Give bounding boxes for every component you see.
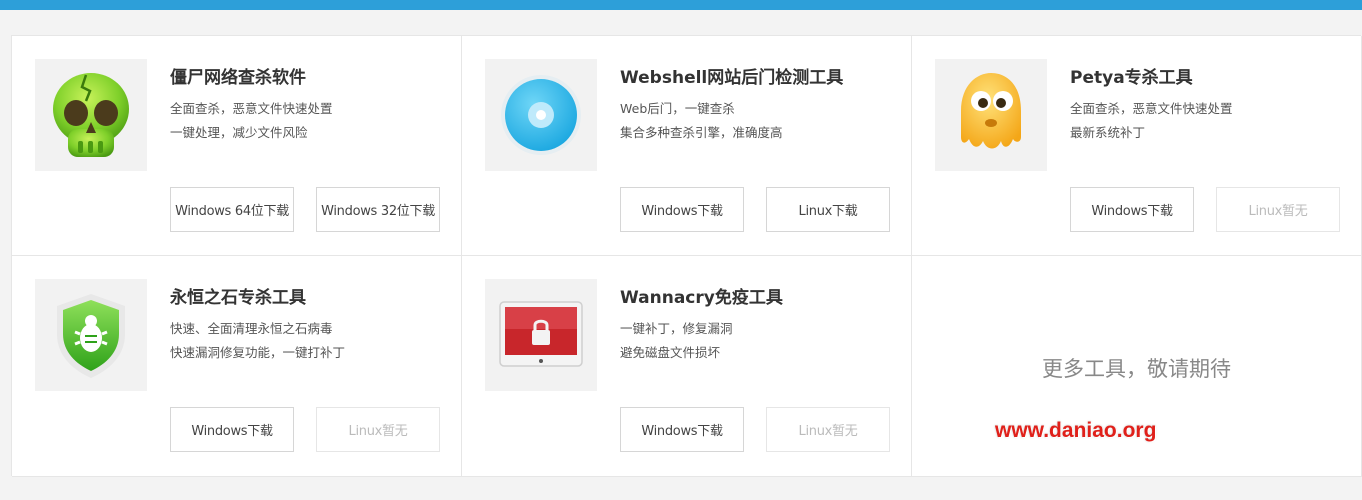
linux-unavailable-button: Linux暂无	[766, 407, 890, 452]
tool-description: 快速、全面清理永恒之石病毒	[170, 321, 333, 336]
tool-card-wannacry: Wannacry免疫工具 一键补丁，修复漏洞 避免磁盘文件损坏 Windows下…	[462, 256, 912, 477]
top-accent-bar	[0, 0, 1362, 10]
linux-download-button[interactable]: Linux下载	[766, 187, 890, 232]
tool-description: 集合多种查杀引擎，准确度高	[620, 125, 783, 140]
tool-title: 僵尸网络查杀软件	[170, 68, 306, 88]
more-tools-text: 更多工具，敬请期待	[1042, 357, 1231, 381]
tool-title: 永恒之石专杀工具	[170, 288, 306, 308]
tool-card-botnet: 僵尸网络查杀软件 全面查杀，恶意文件快速处置 一键处理，减少文件风险 Windo…	[12, 36, 462, 256]
blue-disc-icon	[501, 75, 581, 155]
more-tools-placeholder: 更多工具，敬请期待 www.daniao.org	[912, 256, 1362, 477]
linux-unavailable-button: Linux暂无	[316, 407, 440, 452]
linux-unavailable-button: Linux暂无	[1216, 187, 1340, 232]
windows-download-button[interactable]: Windows下载	[1070, 187, 1194, 232]
watermark-text: www.daniao.org	[995, 419, 1157, 442]
green-skull-icon	[53, 73, 129, 157]
tool-title: Wannacry免疫工具	[620, 288, 783, 308]
windows-download-button[interactable]: Windows下载	[620, 187, 744, 232]
tools-grid: 僵尸网络查杀软件 全面查杀，恶意文件快速处置 一键处理，减少文件风险 Windo…	[11, 35, 1362, 477]
tool-title: Webshell网站后门检测工具	[620, 68, 844, 88]
tool-title: Petya专杀工具	[1070, 68, 1193, 88]
tool-description: 最新系统补丁	[1070, 125, 1146, 140]
tool-description: 全面查杀，恶意文件快速处置	[170, 101, 333, 116]
windows-32-download-button[interactable]: Windows 32位下载	[316, 187, 440, 232]
yellow-ghost-icon	[961, 73, 1021, 149]
red-lock-screen-icon	[499, 301, 583, 367]
green-shield-bug-icon	[57, 294, 125, 378]
tool-description: 一键处理，减少文件风险	[170, 125, 308, 140]
tool-thumbnail	[935, 59, 1047, 171]
tool-thumbnail	[35, 59, 147, 171]
tool-card-petya: Petya专杀工具 全面查杀，恶意文件快速处置 最新系统补丁 Windows下载…	[912, 36, 1362, 256]
tool-thumbnail	[485, 279, 597, 391]
windows-download-button[interactable]: Windows下载	[170, 407, 294, 452]
tool-description: 一键补丁，修复漏洞	[620, 321, 733, 336]
tool-description: Web后门，一键查杀	[620, 101, 735, 116]
tool-thumbnail	[35, 279, 147, 391]
tool-thumbnail	[485, 59, 597, 171]
tool-description: 全面查杀，恶意文件快速处置	[1070, 101, 1233, 116]
windows-64-download-button[interactable]: Windows 64位下载	[170, 187, 294, 232]
tool-description: 避免磁盘文件损坏	[620, 345, 721, 360]
tool-description: 快速漏洞修复功能，一键打补丁	[170, 345, 346, 360]
tool-card-eternalrocks: 永恒之石专杀工具 快速、全面清理永恒之石病毒 快速漏洞修复功能，一键打补丁 Wi…	[12, 256, 462, 477]
tool-card-webshell: Webshell网站后门检测工具 Web后门，一键查杀 集合多种查杀引擎，准确度…	[462, 36, 912, 256]
windows-download-button[interactable]: Windows下载	[620, 407, 744, 452]
